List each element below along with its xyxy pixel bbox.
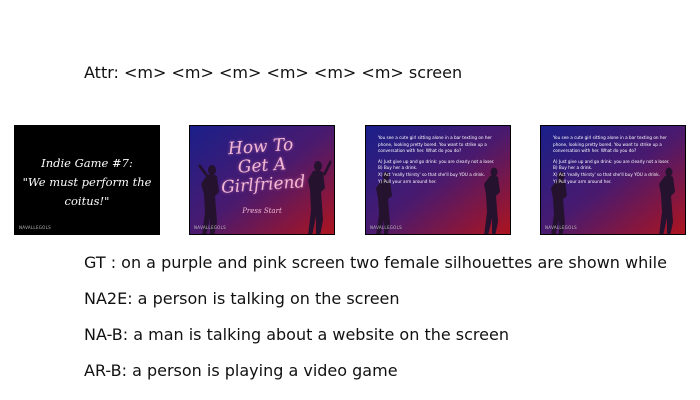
frame4-option-y: Y) Pull your arm around her.	[553, 178, 612, 184]
frame3-watermark: NAVALLEGOLS	[370, 225, 402, 230]
frame4-dialogue: You see a cute girl sitting alone in a b…	[553, 135, 681, 185]
frame3-dialogue: You see a cute girl sitting alone in a b…	[378, 135, 506, 185]
video-frame-4: You see a cute girl sitting alone in a b…	[540, 125, 686, 235]
frame3-question: You see a cute girl sitting alone in a b…	[378, 135, 492, 154]
video-frame-3: You see a cute girl sitting alone in a b…	[365, 125, 511, 235]
caption-gt: GT : on a purple and pink screen two fem…	[84, 253, 667, 272]
frame1-line2: "We must perform the	[22, 175, 152, 189]
video-frame-2: How To Get A Girlfriend Press Start NAVA…	[189, 125, 335, 235]
video-frame-1: Indie Game #7: "We must perform the coit…	[14, 125, 160, 235]
caption-na2e: NA2E: a person is talking on the screen	[84, 289, 400, 308]
frame4-watermark: NAVALLEGOLS	[545, 225, 577, 230]
frame4-option-a: A) Just give up and go drink: you are cl…	[553, 158, 670, 164]
frame3-option-y: Y) Pull your arm around her.	[378, 178, 437, 184]
frame4-option-x: X) Act 'really thirsty' so that she'll b…	[553, 171, 661, 177]
frame1-line1: Indie Game #7:	[41, 156, 133, 170]
attribution-line: Attr: <m> <m> <m> <m> <m> <m> screen	[84, 63, 463, 82]
frame2-press-start: Press Start	[242, 207, 282, 215]
frame4-option-b: B) Buy her a drink.	[553, 165, 593, 171]
frame-strip: Indie Game #7: "We must perform the coit…	[14, 125, 686, 236]
frame2-watermark: NAVALLEGOLS	[194, 225, 226, 230]
frame3-option-b: B) Buy her a drink.	[378, 165, 418, 171]
caption-ar-b: AR-B: a person is playing a video game	[84, 361, 398, 380]
frame1-watermark: NAVALLEGOLS	[19, 225, 51, 230]
frame1-title-text: Indie Game #7: "We must perform the coit…	[15, 154, 159, 211]
caption-na-b: NA-B: a man is talking about a website o…	[84, 325, 509, 344]
frame4-question: You see a cute girl sitting alone in a b…	[553, 135, 667, 154]
frame3-option-x: X) Act 'really thirsty' so that she'll b…	[378, 171, 486, 177]
frame1-line3: coitus!"	[64, 194, 110, 208]
frame2-game-title: How To Get A Girlfriend	[220, 134, 307, 198]
frame3-option-a: A) Just give up and go drink: you are cl…	[378, 158, 495, 164]
